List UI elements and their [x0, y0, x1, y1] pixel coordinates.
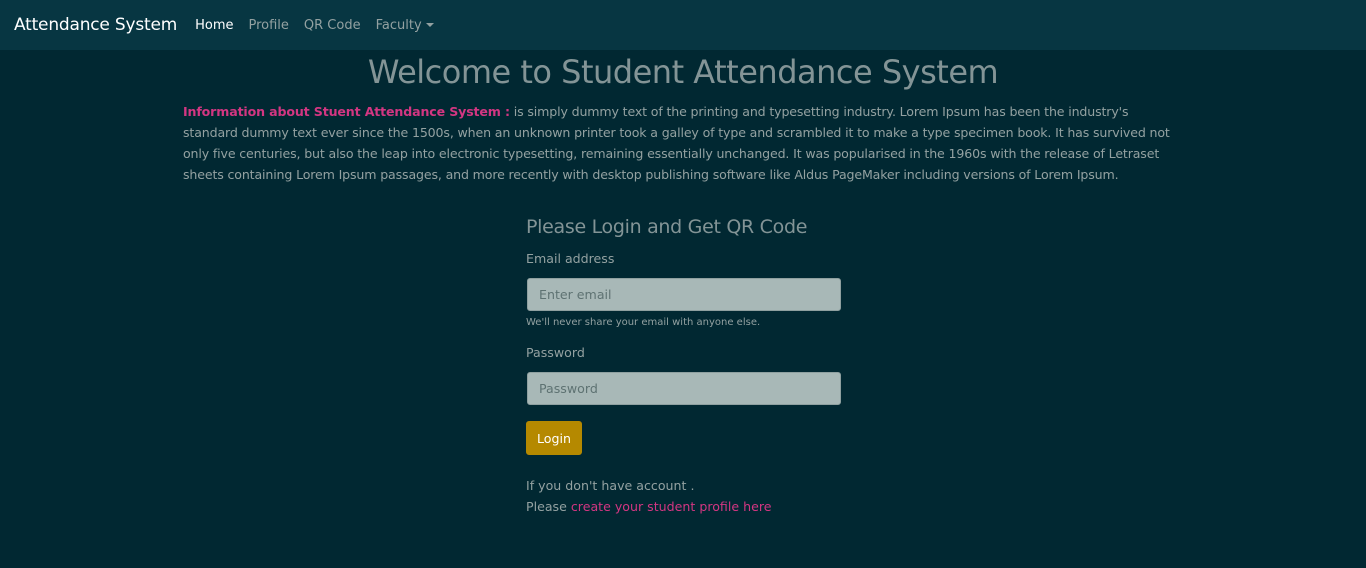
- nav-home[interactable]: Home: [195, 18, 233, 33]
- nav-profile[interactable]: Profile: [248, 18, 288, 33]
- signup-prefix: Please: [526, 499, 571, 514]
- nav-faculty-label: Faculty: [375, 17, 422, 33]
- create-profile-link[interactable]: create your student profile here: [571, 499, 772, 514]
- no-account-text: If you don't have account .: [526, 478, 695, 493]
- signup-line: Please create your student profile here: [526, 496, 846, 517]
- info-paragraph: Information about Stuent Attendance Syst…: [183, 101, 1183, 185]
- login-button[interactable]: Login: [526, 421, 582, 455]
- email-label: Email address: [526, 251, 615, 266]
- password-label: Password: [526, 345, 585, 360]
- login-heading: Please Login and Get QR Code: [526, 216, 808, 238]
- info-title: Information about Stuent Attendance Syst…: [183, 104, 510, 119]
- navbar-brand[interactable]: Attendance System: [14, 15, 177, 35]
- nav-qr-code[interactable]: QR Code: [304, 18, 361, 33]
- nav-faculty-dropdown[interactable]: Faculty: [376, 18, 434, 33]
- page-title: Welcome to Student Attendance System: [367, 53, 999, 91]
- top-navbar: Attendance System Home Profile QR Code F…: [0, 0, 1366, 50]
- email-help-text: We'll never share your email with anyone…: [526, 317, 761, 328]
- email-input[interactable]: [527, 278, 841, 311]
- login-form: Please Login and Get QR Code Email addre…: [526, 210, 846, 517]
- password-input[interactable]: [527, 372, 841, 405]
- caret-down-icon: [425, 23, 434, 27]
